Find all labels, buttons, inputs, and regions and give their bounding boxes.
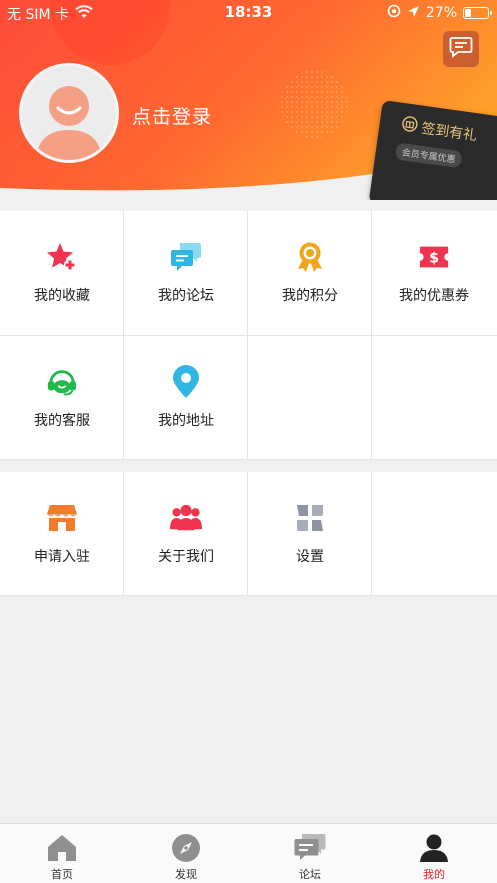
- compass-icon: [170, 832, 202, 864]
- menu-item-address[interactable]: 我的地址: [124, 336, 248, 460]
- status-bar: 无 SIM 卡 18:33 27%: [0, 0, 497, 26]
- bottom-tab-bar: 首页 发现 论坛 我的: [0, 823, 497, 883]
- menu-item-label: 我的地址: [158, 413, 214, 429]
- tab-forum[interactable]: 论坛: [248, 824, 372, 883]
- grid-divider: [123, 472, 124, 596]
- home-icon: [46, 832, 78, 864]
- tab-label: 首页: [51, 868, 73, 881]
- location-arrow-icon: [407, 5, 420, 22]
- menu-item-label: 我的客服: [34, 413, 90, 429]
- tab-label: 论坛: [299, 868, 321, 881]
- menu-item-settings[interactable]: 设置: [248, 472, 372, 596]
- forum-icon: [294, 832, 326, 864]
- user-icon: [418, 832, 450, 864]
- avatar[interactable]: [19, 63, 119, 163]
- menu-item-empty: [372, 336, 496, 460]
- grid-divider: [247, 472, 248, 596]
- menu-item-label: 关于我们: [158, 549, 214, 565]
- menu-item-label: 设置: [296, 549, 324, 565]
- menu-item-empty: [372, 472, 496, 596]
- location-pin-icon: [170, 365, 202, 398]
- menu-section-primary: 我的收藏 我的论坛 我的积分 $ 我的优惠券 我的客服 我的地址: [0, 211, 497, 460]
- menu-item-label: 我的积分: [282, 288, 338, 304]
- grid-divider: [0, 595, 497, 596]
- tab-discover[interactable]: 发现: [124, 824, 248, 883]
- signin-title: 签到有礼: [420, 120, 478, 145]
- battery-percent: 27%: [425, 5, 457, 21]
- menu-item-empty: [248, 336, 372, 460]
- menu-item-label: 我的收藏: [34, 288, 90, 304]
- star-plus-icon: [46, 241, 78, 273]
- store-icon: [46, 502, 78, 534]
- message-icon: [449, 36, 473, 62]
- menu-item-coupons[interactable]: $ 我的优惠券: [372, 211, 496, 335]
- tab-label: 我的: [423, 868, 445, 881]
- group-icon: [170, 502, 202, 534]
- login-link[interactable]: 点击登录: [132, 102, 212, 129]
- menu-item-forum[interactable]: 我的论坛: [124, 211, 248, 335]
- menu-item-favorites[interactable]: 我的收藏: [0, 211, 124, 335]
- menu-item-about-us[interactable]: 关于我们: [124, 472, 248, 596]
- menu-item-apply-join[interactable]: 申请入驻: [0, 472, 124, 596]
- chat-bubbles-icon: [170, 241, 202, 273]
- rotation-lock-icon: [387, 4, 401, 22]
- menu-item-label: 申请入驻: [34, 549, 90, 565]
- battery-icon: [463, 7, 492, 19]
- menu-item-label: 我的优惠券: [399, 288, 469, 304]
- grid-divider: [371, 472, 372, 596]
- signin-reward-card[interactable]: 签到有礼 会员专属优惠: [368, 100, 497, 200]
- tab-mine[interactable]: 我的: [372, 824, 496, 883]
- menu-item-label: 我的论坛: [158, 288, 214, 304]
- svg-text:$: $: [429, 251, 439, 267]
- grid-divider: [0, 459, 497, 460]
- tab-home[interactable]: 首页: [0, 824, 124, 883]
- medal-icon: [294, 241, 326, 273]
- signin-subtitle: 会员专属优惠: [394, 142, 463, 169]
- menu-section-secondary: 申请入驻 关于我们 设置: [0, 472, 497, 596]
- message-button[interactable]: [443, 31, 479, 67]
- tab-label: 发现: [175, 868, 197, 881]
- coupon-icon: $: [418, 241, 450, 273]
- menu-item-customer-service[interactable]: 我的客服: [0, 336, 124, 460]
- grid-divider: [0, 335, 497, 336]
- menu-item-points[interactable]: 我的积分: [248, 211, 372, 335]
- settings-grid-icon: [294, 502, 326, 534]
- profile-header: 无 SIM 卡 18:33 27% 点击登录 签到有礼 会员专属优惠: [0, 0, 497, 200]
- default-avatar-icon: [36, 86, 102, 160]
- gift-icon: [400, 115, 419, 137]
- headset-icon: [46, 366, 78, 398]
